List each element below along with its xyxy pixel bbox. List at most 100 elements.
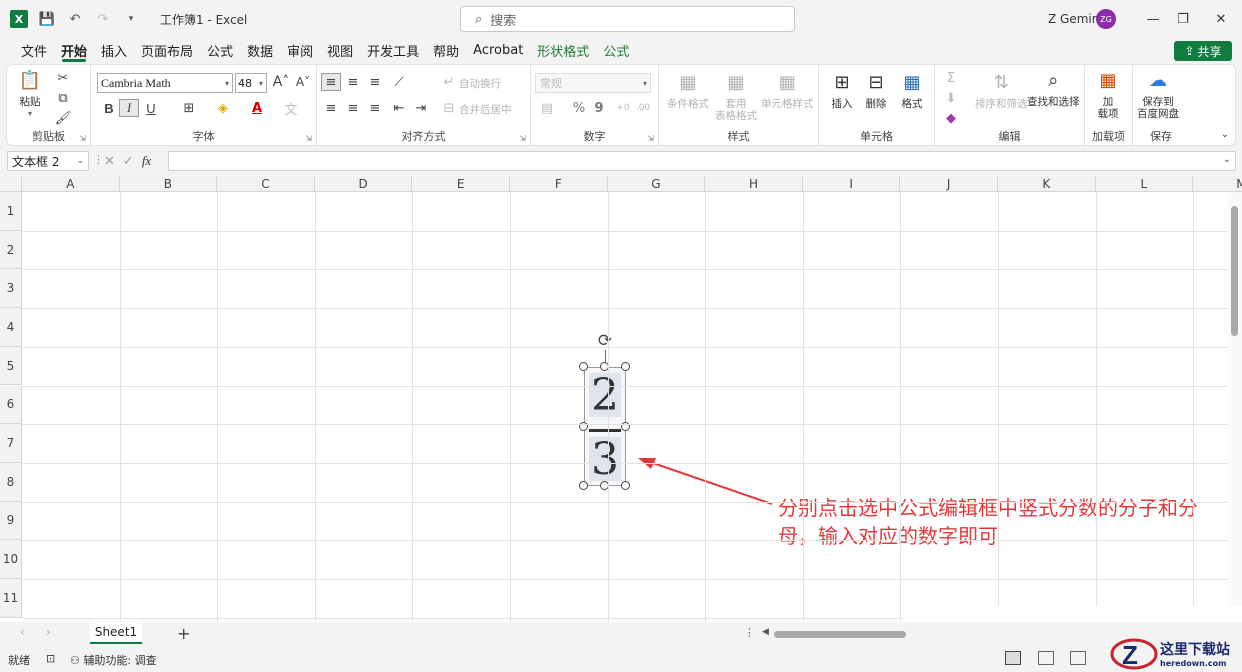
border-icon[interactable]: ⊞ (179, 99, 199, 117)
add-sheet-button[interactable]: + (177, 624, 190, 643)
tab-9[interactable]: 帮助 (426, 38, 466, 62)
column-header[interactable]: F (510, 176, 608, 192)
align-center-icon[interactable]: ≡ (343, 99, 363, 117)
column-header[interactable]: I (802, 176, 901, 192)
row-header[interactable]: 11 (0, 579, 22, 618)
share-button[interactable]: ⇪ 共享 (1174, 41, 1232, 61)
worksheet-grid[interactable]: ⟳ 2 3 分别点击选中公式编辑框中竖式分数的分子和分母，输入对应的数字即可 A… (0, 176, 1242, 622)
tab-6[interactable]: 审阅 (280, 38, 320, 62)
percent-icon[interactable]: % (569, 99, 589, 117)
tab-5[interactable]: 数据 (240, 38, 280, 62)
format-as-table-button[interactable]: ▦ 套用 表格格式 (715, 71, 757, 123)
cell-styles-button[interactable]: ▦ 单元格样式 (761, 71, 814, 111)
tab-3[interactable]: 页面布局 (134, 38, 200, 62)
merge-center-label[interactable]: 合并后居中 (459, 102, 512, 117)
bold-button[interactable]: B (99, 99, 119, 117)
column-header[interactable]: C (217, 176, 315, 192)
macro-record-icon[interactable]: ⊡ (46, 652, 55, 665)
customize-toolbar-icon[interactable]: ▾ (122, 10, 140, 28)
column-header[interactable]: M (1193, 176, 1242, 192)
italic-button[interactable]: I (119, 99, 139, 117)
underline-button[interactable]: U (141, 99, 161, 117)
align-top-icon[interactable]: ≡ (321, 73, 341, 91)
name-box[interactable]: 文本框 2 ⌄ (7, 151, 89, 171)
column-header[interactable]: B (119, 176, 218, 192)
row-header[interactable]: 9 (0, 501, 22, 541)
number-format-select[interactable]: 常规 ▾ (535, 73, 651, 93)
accounting-format-icon[interactable]: ▤ (537, 99, 557, 117)
dialog-launcher-icon[interactable]: ⇲ (647, 134, 654, 143)
horizontal-scrollbar[interactable]: ◀ (762, 627, 906, 639)
comma-style-icon[interactable]: 9 (589, 99, 609, 117)
normal-view-icon[interactable] (1005, 651, 1021, 665)
find-select-button[interactable]: ⌕ 查找和选择 (1027, 69, 1080, 109)
fx-icon[interactable]: fx (142, 153, 151, 169)
wrap-text-icon[interactable]: ↵ (439, 73, 459, 91)
phonetic-icon[interactable]: 文 (281, 99, 301, 118)
minimize-icon[interactable]: — (1142, 8, 1164, 30)
cut-icon[interactable]: ✂ (53, 69, 73, 87)
column-header[interactable]: H (705, 176, 803, 192)
insert-cells-button[interactable]: ⊞ 插入 (829, 71, 855, 111)
close-icon[interactable]: ✕ (1210, 8, 1232, 30)
more-options-icon[interactable]: ⋮ (744, 626, 755, 639)
redo-icon[interactable]: ↷ (94, 10, 112, 28)
column-header[interactable]: J (900, 176, 998, 192)
align-left-icon[interactable]: ≡ (321, 99, 341, 117)
column-header[interactable]: G (607, 176, 706, 192)
align-bottom-icon[interactable]: ≡ (365, 73, 385, 91)
dialog-launcher-icon[interactable]: ⇲ (305, 134, 312, 143)
shrink-font-icon[interactable]: A ˅ (293, 73, 313, 91)
tab-2[interactable]: 插入 (94, 38, 134, 62)
tab-1[interactable]: 开始 (54, 38, 94, 62)
decrease-decimal-icon[interactable]: .00 (633, 99, 653, 117)
prev-sheet-icon[interactable]: ‹ (20, 625, 25, 639)
delete-cells-button[interactable]: ⊟ 删除 (863, 71, 889, 111)
row-header[interactable]: 1 (0, 192, 22, 231)
decrease-indent-icon[interactable]: ⇤ (389, 99, 409, 117)
dialog-launcher-icon[interactable]: ⇲ (519, 134, 526, 143)
row-header[interactable]: 3 (0, 269, 22, 309)
row-header[interactable]: 2 (0, 230, 22, 270)
fill-color-icon[interactable]: ◈ (213, 99, 233, 117)
merge-center-icon[interactable]: ⊟ (439, 99, 459, 117)
row-header[interactable]: 5 (0, 346, 22, 386)
clear-icon[interactable]: ◆ (941, 109, 961, 127)
restore-icon[interactable]: ❐ (1172, 8, 1194, 30)
formula-input[interactable]: ⌄ (168, 151, 1236, 171)
undo-icon[interactable]: ↶ (66, 10, 84, 28)
orientation-icon[interactable]: ⟋ (389, 73, 409, 91)
row-header[interactable]: 8 (0, 462, 22, 502)
page-layout-view-icon[interactable] (1038, 651, 1054, 665)
column-header[interactable]: A (22, 176, 120, 192)
scroll-left-icon[interactable]: ◀ (762, 627, 769, 637)
addins-button[interactable]: ▦ 加 载项 (1095, 69, 1121, 121)
page-break-view-icon[interactable] (1070, 651, 1086, 665)
format-cells-button[interactable]: ▦ 格式 (899, 71, 925, 111)
sheet-tab-sheet1[interactable]: Sheet1 (90, 622, 142, 644)
expand-formula-icon[interactable]: ⌄ (1223, 154, 1231, 165)
tab-0[interactable]: 文件 (14, 38, 54, 62)
row-header[interactable]: 10 (0, 540, 22, 579)
collapse-ribbon-icon[interactable]: ⌄ (1215, 125, 1235, 143)
save-icon[interactable]: 💾 (38, 10, 56, 28)
next-sheet-icon[interactable]: › (46, 625, 51, 639)
column-header[interactable]: D (314, 176, 413, 192)
tab-8[interactable]: 开发工具 (360, 38, 426, 62)
increase-indent-icon[interactable]: ⇥ (411, 99, 431, 117)
avatar[interactable]: ZG (1096, 9, 1116, 29)
sort-filter-button[interactable]: ⇅ 排序和筛选 (975, 71, 1028, 111)
column-header[interactable]: L (1095, 176, 1194, 192)
grow-font-icon[interactable]: A ˄ (271, 73, 291, 91)
search-input[interactable]: ⌕ 搜索 (460, 6, 795, 32)
column-header[interactable]: K (998, 176, 1096, 192)
fill-icon[interactable]: ⬇ (941, 89, 961, 107)
tab-12[interactable]: 公式 (596, 38, 636, 62)
paste-button[interactable]: 📋 粘贴 ▾ (17, 69, 43, 120)
tab-11[interactable]: 形状格式 (530, 38, 596, 62)
tab-10[interactable]: Acrobat (466, 38, 530, 62)
wrap-text-label[interactable]: 自动换行 (459, 76, 501, 91)
save-to-baidu-button[interactable]: ☁ 保存到 百度网盘 (1137, 69, 1179, 121)
font-color-icon[interactable]: A (247, 99, 267, 117)
column-header[interactable]: E (412, 176, 510, 192)
